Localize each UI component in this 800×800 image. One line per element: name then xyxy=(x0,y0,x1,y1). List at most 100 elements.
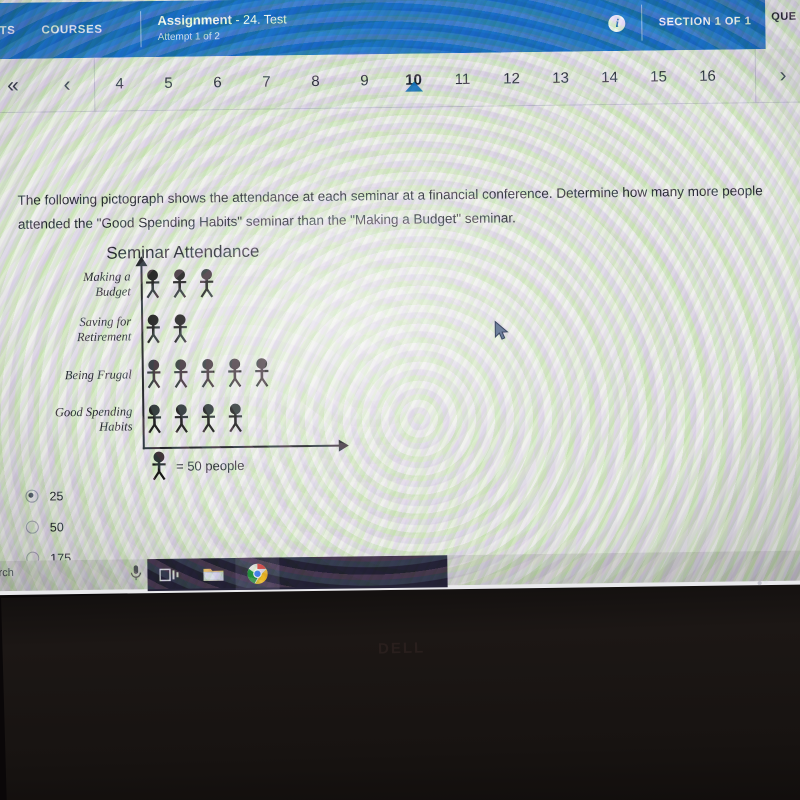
pager-page-label: 13 xyxy=(552,69,569,87)
nav-item-courses[interactable]: COURSES xyxy=(41,23,124,37)
person-icon xyxy=(198,358,218,388)
pager-prev-button[interactable]: ‹ xyxy=(40,72,94,97)
pager-first-button[interactable]: « xyxy=(0,73,40,98)
pictograph-row-label: Saving for Retirement xyxy=(29,315,137,346)
pictograph-row: Making a Budget xyxy=(28,260,359,306)
section-indicator: SECTION 1 OF 1 xyxy=(658,15,752,29)
nav-item-assignments[interactable]: NMENTS xyxy=(0,25,42,38)
person-icon xyxy=(252,358,272,388)
answer-option-label: 25 xyxy=(49,488,64,503)
person-icon xyxy=(144,404,164,434)
pictograph-row: Being Frugal xyxy=(30,350,361,396)
pager-page-label: 15 xyxy=(650,68,667,86)
pager-page-6[interactable]: 6 xyxy=(193,74,242,92)
assignment-word: Assignment xyxy=(157,12,232,29)
pager-page-15[interactable]: 15 xyxy=(634,68,683,86)
pager-page-label: 6 xyxy=(213,74,222,92)
pager-next-button[interactable]: › xyxy=(754,47,800,103)
pictograph-row-label: Being Frugal xyxy=(30,367,138,383)
pictograph-row-label: Good Spending Habits xyxy=(30,405,138,436)
header-divider xyxy=(140,11,142,48)
header-divider-2 xyxy=(641,4,643,41)
attempt-status: Attempt 1 of 2 xyxy=(157,31,221,44)
person-icon xyxy=(171,359,191,389)
person-icon-half xyxy=(197,313,207,343)
person-icon xyxy=(170,314,190,344)
person-icon xyxy=(169,269,189,299)
pictograph-row-label-line: Being Frugal xyxy=(64,366,132,382)
pager-page-label: 12 xyxy=(503,70,520,88)
info-icon[interactable]: i xyxy=(608,14,626,32)
pager-page-9[interactable]: 9 xyxy=(340,72,389,90)
assignment-info: Assignment - 24. Test Attempt 1 of 2 xyxy=(157,12,287,45)
person-icon xyxy=(142,269,162,299)
pager-page-label: 16 xyxy=(699,67,716,85)
pager-active-caret xyxy=(404,81,423,92)
chart-title: Seminar Attendance xyxy=(106,241,260,263)
radio-button[interactable] xyxy=(25,489,39,503)
pager-page-12[interactable]: 12 xyxy=(487,70,536,88)
pager-page-16[interactable]: 16 xyxy=(683,67,732,85)
pictograph-row: Saving for Retirement xyxy=(29,305,360,351)
taskbar-search-input[interactable]: arch xyxy=(0,567,14,579)
pager-page-8[interactable]: 8 xyxy=(291,73,340,91)
photo-of-laptop-screen: DELL NMENTS COURSES Assignment - 24. Tes… xyxy=(0,0,800,800)
pager-page-label: 14 xyxy=(601,68,618,87)
question-label-truncated: QUE xyxy=(771,10,797,23)
pager-page-label: 11 xyxy=(454,70,471,89)
legend-label: = 50 people xyxy=(175,457,245,474)
person-icon xyxy=(143,314,163,344)
pager-page-label: 8 xyxy=(311,72,320,90)
pictograph-row-label-line: Budget xyxy=(95,284,131,299)
chart-legend: = 50 people xyxy=(149,450,245,481)
person-icon xyxy=(225,403,245,433)
answer-option[interactable]: 25 xyxy=(25,477,325,512)
person-icon-half xyxy=(223,268,233,298)
pager-page-11[interactable]: 11 xyxy=(438,71,487,89)
microphone-icon[interactable] xyxy=(129,564,142,587)
pictograph-row-icons xyxy=(144,358,272,390)
pager-number-list: 4 5 6 7 8 9 10 11 12 13 14 15 16 xyxy=(93,49,733,112)
file-explorer-icon[interactable] xyxy=(191,558,235,591)
chrome-icon[interactable] xyxy=(235,557,280,591)
pictograph-row-icons xyxy=(144,403,245,434)
laptop-screen: NMENTS COURSES Assignment - 24. Test Att… xyxy=(0,0,800,596)
pictograph-row-icons xyxy=(142,268,233,299)
person-icon xyxy=(144,359,164,389)
question-content-area: The following pictograph shows the atten… xyxy=(0,102,800,569)
pictograph-row-label-line: Making a xyxy=(82,269,131,285)
radio-button[interactable] xyxy=(25,520,39,534)
pictograph-row-label: Making a Budget xyxy=(28,270,136,301)
assignment-title-line: Assignment - 24. Test xyxy=(157,12,286,30)
pager-page-7[interactable]: 7 xyxy=(242,73,291,91)
pictograph-row: Good Spending Habits xyxy=(30,395,361,441)
pager-page-4[interactable]: 4 xyxy=(93,56,145,112)
x-axis-arrow xyxy=(338,439,349,452)
mouse-cursor xyxy=(494,320,510,347)
pager-page-5[interactable]: 5 xyxy=(144,75,193,93)
pictograph-row-label-line: Retirement xyxy=(76,329,132,345)
person-icon xyxy=(198,403,218,433)
pager-page-14[interactable]: 14 xyxy=(585,69,634,87)
person-icon xyxy=(171,404,191,434)
task-view-icon[interactable] xyxy=(147,559,191,592)
person-icon xyxy=(225,358,245,388)
assignment-name: - 24. Test xyxy=(235,12,287,28)
person-icon xyxy=(196,268,216,298)
x-axis-line xyxy=(142,444,341,450)
laptop-bezel xyxy=(1,572,800,800)
windows-taskbar xyxy=(147,555,448,592)
pictograph-row-label-line: Habits xyxy=(99,419,133,434)
pager-page-label: 7 xyxy=(262,73,271,91)
screen-content: NMENTS COURSES Assignment - 24. Test Att… xyxy=(0,0,800,592)
pager-page-label: 5 xyxy=(164,74,173,92)
question-prompt: The following pictograph shows the atten… xyxy=(17,183,763,232)
pager-page-label: 4 xyxy=(115,74,124,93)
pager-page-10[interactable]: 10 xyxy=(389,71,438,92)
answer-option[interactable]: 50 xyxy=(25,508,326,543)
pictograph-figure: Seminar Attendance Making a Budget Saving … xyxy=(28,240,361,481)
pictograph-row-label-line: Good Spending xyxy=(54,404,133,420)
dell-brand-logo: DELL xyxy=(377,639,426,658)
pager-page-13[interactable]: 13 xyxy=(536,69,585,87)
pictograph-row-label-line: Saving for xyxy=(79,314,132,330)
